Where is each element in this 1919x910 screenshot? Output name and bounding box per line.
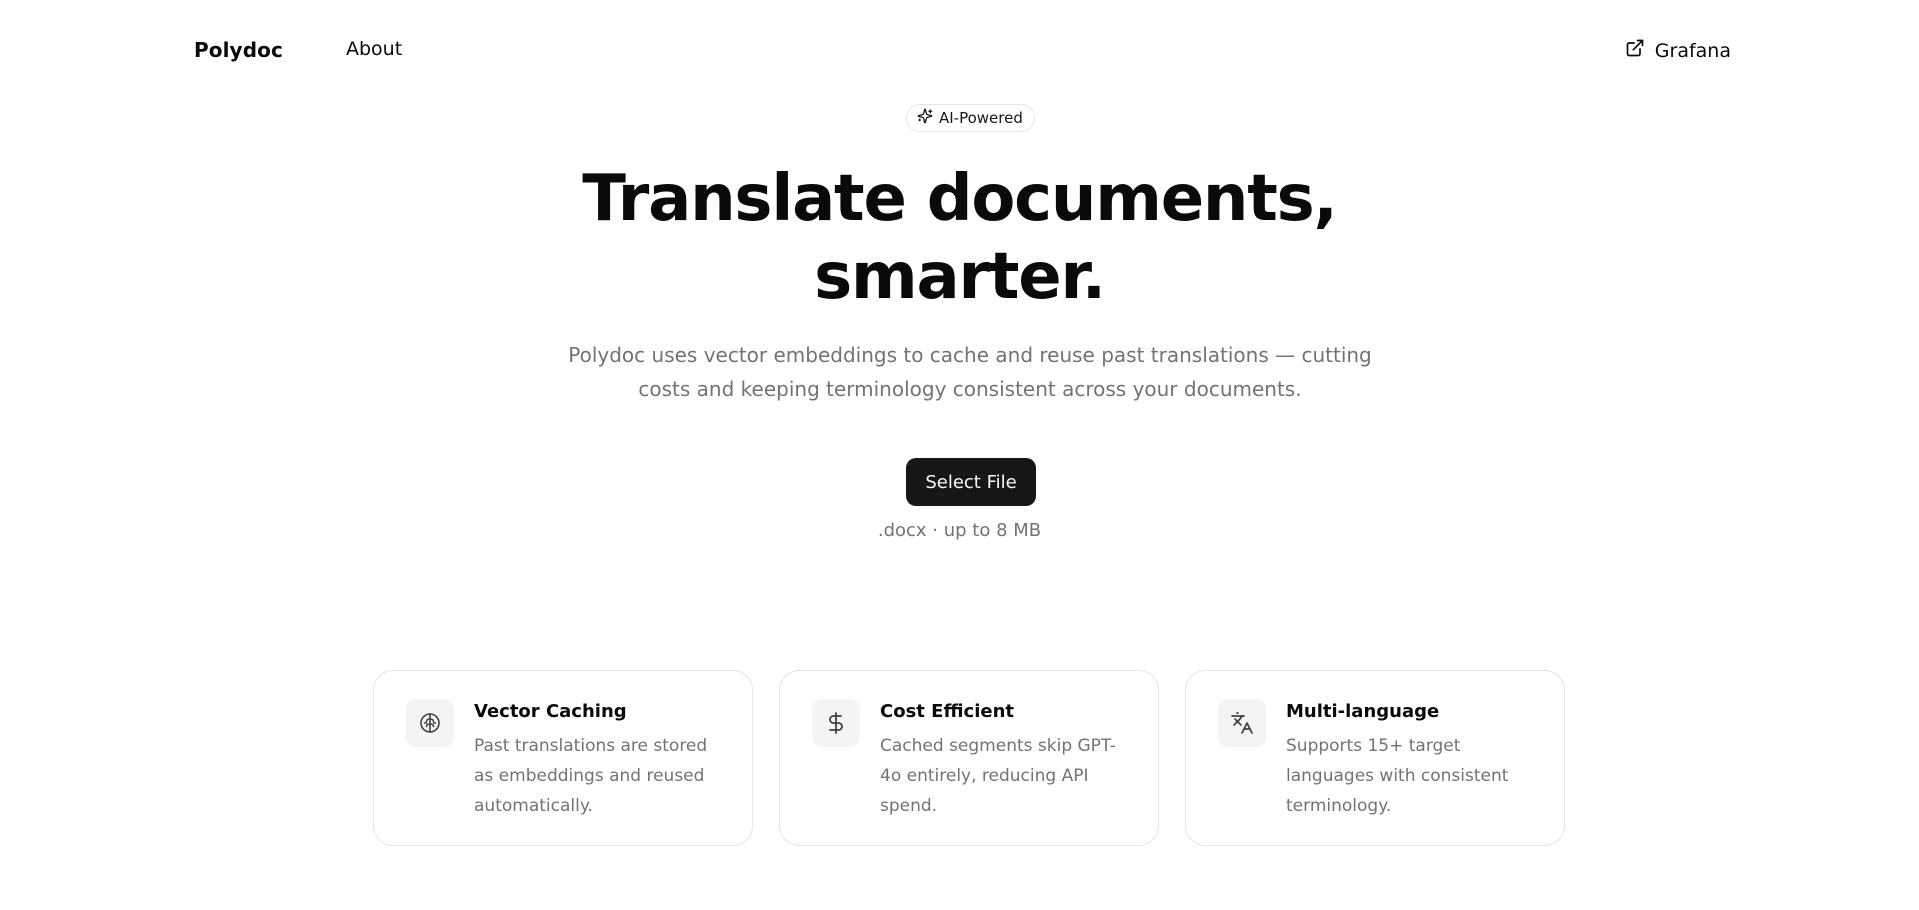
feature-description: Past translations are stored as embeddin…: [474, 736, 708, 816]
dollar-icon: [812, 699, 860, 747]
top-nav: Polydoc About Grafana: [0, 0, 1919, 100]
feature-card-vector-caching: Vector Caching Past translations are sto…: [373, 670, 753, 846]
badge-label: AI-Powered: [939, 109, 1023, 127]
select-file-button[interactable]: Select File: [906, 458, 1036, 506]
file-format-hint: .docx · up to 8 MB: [877, 520, 1042, 541]
nav-link-grafana-label: Grafana: [1654, 39, 1731, 62]
headline-line-2: smarter.: [814, 240, 1106, 314]
feature-card-cost-efficient: Cost Efficient Cached segments skip GPT-…: [779, 670, 1159, 846]
external-link-icon: [1625, 38, 1645, 63]
hero-subtitle: Polydoc uses vector embeddings to cache …: [568, 343, 1372, 401]
feature-title: Multi-language: [1286, 701, 1440, 722]
feature-description: Supports 15+ target languages with consi…: [1286, 736, 1509, 816]
feature-description: Cached segments skip GPT-4o entirely, re…: [880, 736, 1116, 816]
page-title: Translate documents, smarter.: [0, 160, 1919, 316]
feature-card-multi-language: Multi-language Supports 15+ target langu…: [1185, 670, 1565, 846]
feature-title: Cost Efficient: [880, 701, 1014, 722]
headline-line-1: Translate documents,: [582, 162, 1338, 236]
nav-link-about[interactable]: About: [346, 38, 402, 60]
languages-icon: [1218, 699, 1266, 747]
landing-page: Polydoc About Grafana AI-Powered Transla…: [0, 0, 1919, 910]
sparkles-icon: [917, 108, 933, 128]
nav-link-grafana[interactable]: Grafana: [1625, 38, 1731, 63]
feature-title: Vector Caching: [474, 701, 627, 722]
ai-powered-badge: AI-Powered: [906, 104, 1035, 132]
brain-icon: [406, 699, 454, 747]
brand-logo[interactable]: Polydoc: [194, 38, 283, 62]
